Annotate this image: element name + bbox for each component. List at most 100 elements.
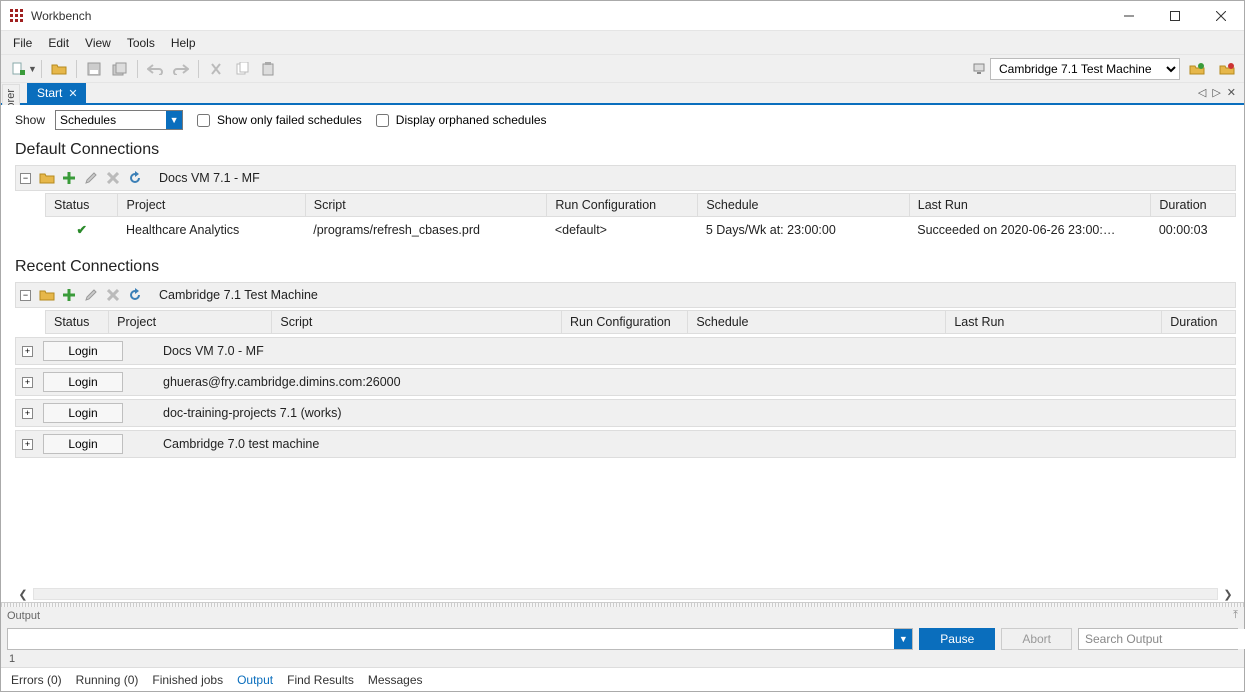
delete-icon[interactable]	[105, 170, 121, 186]
collapse-toggle[interactable]: −	[20, 290, 31, 301]
expand-toggle[interactable]: +	[22, 346, 33, 357]
default-group-name: Docs VM 7.1 - MF	[159, 171, 260, 185]
add-icon[interactable]	[61, 170, 77, 186]
machine-dropdown[interactable]: Cambridge 7.1 Test Machine	[990, 58, 1180, 80]
col-run-config[interactable]: Run Configuration	[561, 311, 687, 334]
refresh-icon[interactable]	[127, 287, 143, 303]
status-output[interactable]: Output	[237, 673, 273, 687]
horizontal-scrollbar[interactable]: ❮ ❯	[15, 586, 1236, 602]
command-dropdown-icon[interactable]: ▼	[894, 629, 912, 649]
maximize-button[interactable]	[1152, 1, 1198, 30]
col-script[interactable]: Script	[305, 194, 547, 217]
orphaned-checkbox[interactable]	[376, 114, 389, 127]
cell-last-run: Succeeded on 2020-06-26 23:00:…	[909, 217, 1151, 243]
tab-nav-left-icon[interactable]: ◁	[1196, 85, 1208, 100]
col-schedule[interactable]: Schedule	[698, 194, 909, 217]
collapse-toggle[interactable]: −	[20, 173, 31, 184]
open-folder-icon[interactable]	[48, 58, 70, 80]
output-panel-title: Output	[7, 610, 40, 622]
cut-icon[interactable]	[205, 58, 227, 80]
status-find[interactable]: Find Results	[287, 673, 354, 687]
close-button[interactable]	[1198, 1, 1244, 30]
col-script[interactable]: Script	[272, 311, 562, 334]
show-label: Show	[15, 113, 45, 127]
cell-script: /programs/refresh_cbases.prd	[305, 217, 547, 243]
command-input[interactable]	[8, 629, 894, 649]
app-window: Workbench File Edit View Tools Help ▼ C	[0, 0, 1245, 692]
only-failed-checkbox[interactable]	[197, 114, 210, 127]
col-duration[interactable]: Duration	[1151, 194, 1236, 217]
paste-icon[interactable]	[257, 58, 279, 80]
col-project[interactable]: Project	[109, 311, 272, 334]
col-duration[interactable]: Duration	[1162, 311, 1236, 334]
dropdown-arrow-icon[interactable]: ▼	[166, 111, 182, 129]
filter-bar: Show ▼ Show only failed schedules Displa…	[1, 105, 1244, 135]
col-status[interactable]: Status	[46, 194, 118, 217]
col-status[interactable]: Status	[46, 311, 109, 334]
save-all-icon[interactable]	[109, 58, 131, 80]
disconnect-icon[interactable]	[1216, 58, 1238, 80]
search-output-input[interactable]	[1079, 629, 1245, 649]
abort-button[interactable]: Abort	[1001, 628, 1072, 650]
status-finished[interactable]: Finished jobs	[152, 673, 223, 687]
status-bar: Errors (0) Running (0) Finished jobs Out…	[1, 667, 1244, 691]
folder-open-icon[interactable]	[39, 287, 55, 303]
menu-file[interactable]: File	[5, 33, 40, 53]
table-row[interactable]: ✔ Healthcare Analytics /programs/refresh…	[46, 217, 1236, 243]
login-button[interactable]: Login	[43, 434, 123, 454]
tab-nav-right-icon[interactable]: ▷	[1210, 85, 1222, 100]
pause-button[interactable]: Pause	[919, 628, 995, 650]
pin-icon[interactable]: ⤒	[1233, 609, 1238, 622]
login-button[interactable]: Login	[43, 403, 123, 423]
add-icon[interactable]	[61, 287, 77, 303]
col-last-run[interactable]: Last Run	[909, 194, 1151, 217]
tab-close-all-icon[interactable]: ✕	[1225, 85, 1238, 100]
menu-tools[interactable]: Tools	[119, 33, 163, 53]
edit-icon[interactable]	[83, 170, 99, 186]
machine-selector: Cambridge 7.1 Test Machine	[972, 58, 1240, 80]
recent-connection-row: + Login Docs VM 7.0 - MF	[15, 337, 1236, 365]
new-file-icon[interactable]	[7, 58, 29, 80]
menu-help[interactable]: Help	[163, 33, 204, 53]
col-last-run[interactable]: Last Run	[946, 311, 1162, 334]
section-recent-connections: Recent Connections	[15, 258, 1236, 276]
dropdown-arrow-icon[interactable]: ▼	[28, 64, 37, 74]
menu-bar: File Edit View Tools Help	[1, 31, 1244, 55]
status-messages[interactable]: Messages	[368, 673, 423, 687]
show-dropdown[interactable]: ▼	[55, 110, 183, 130]
status-errors[interactable]: Errors (0)	[11, 673, 62, 687]
close-tab-icon[interactable]: ✕	[68, 87, 77, 100]
save-icon[interactable]	[83, 58, 105, 80]
scroll-right-icon[interactable]: ❯	[1220, 586, 1236, 602]
scroll-left-icon[interactable]: ❮	[15, 586, 31, 602]
expand-toggle[interactable]: +	[22, 439, 33, 450]
output-panel: Output ⤒ ▼ Pause Abort 1	[1, 607, 1244, 667]
minimize-button[interactable]	[1106, 1, 1152, 30]
menu-view[interactable]: View	[77, 33, 119, 53]
col-run-config[interactable]: Run Configuration	[547, 194, 698, 217]
undo-icon[interactable]	[144, 58, 166, 80]
login-button[interactable]: Login	[43, 341, 123, 361]
title-bar: Workbench	[1, 1, 1244, 31]
connect-icon[interactable]	[1186, 58, 1208, 80]
show-dropdown-value[interactable]	[56, 111, 166, 129]
refresh-icon[interactable]	[127, 170, 143, 186]
tab-strip: Start ✕ ◁ ▷ ✕	[1, 83, 1244, 105]
login-button[interactable]: Login	[43, 372, 123, 392]
expand-toggle[interactable]: +	[22, 377, 33, 388]
output-page-indicator[interactable]: 1	[1, 653, 1244, 667]
expand-toggle[interactable]: +	[22, 408, 33, 419]
search-output-box	[1078, 628, 1238, 650]
cell-schedule: 5 Days/Wk at: 23:00:00	[698, 217, 909, 243]
folder-open-icon[interactable]	[39, 170, 55, 186]
col-schedule[interactable]: Schedule	[688, 311, 946, 334]
status-running[interactable]: Running (0)	[76, 673, 139, 687]
tab-start[interactable]: Start ✕	[27, 83, 86, 103]
col-project[interactable]: Project	[118, 194, 305, 217]
menu-edit[interactable]: Edit	[40, 33, 77, 53]
recent-schedules-table-header: Status Project Script Run Configuration …	[45, 310, 1236, 334]
redo-icon[interactable]	[170, 58, 192, 80]
edit-icon[interactable]	[83, 287, 99, 303]
delete-icon[interactable]	[105, 287, 121, 303]
copy-icon[interactable]	[231, 58, 253, 80]
